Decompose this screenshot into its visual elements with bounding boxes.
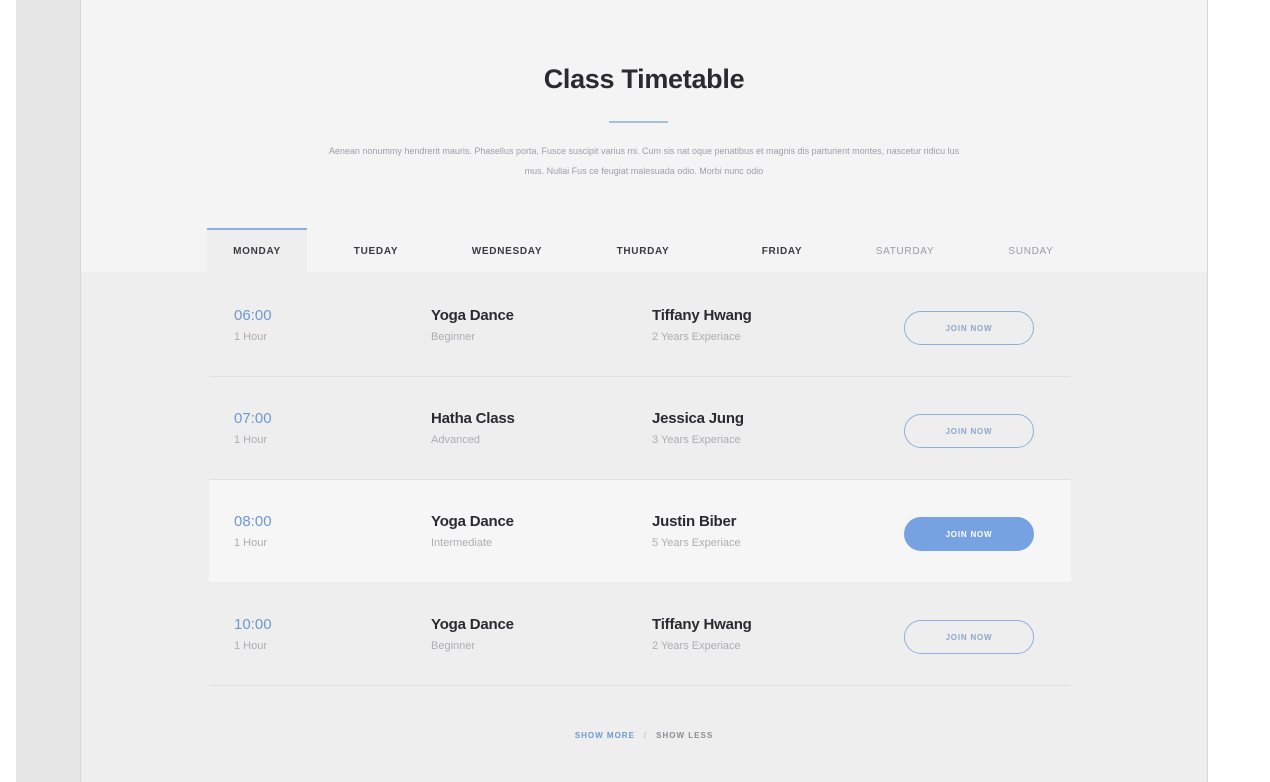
timetable-section: Class Timetable Aenean nonummy hendrerit… <box>80 0 1208 782</box>
trainer-experience: 2 Years Experiace <box>652 640 741 652</box>
join-now-button-active[interactable]: JOIN NOW <box>904 517 1034 551</box>
class-duration: 1 Hour <box>234 537 268 549</box>
trainer-experience: 2 Years Experiace <box>652 331 741 343</box>
tab-friday[interactable]: FRIDAY <box>717 228 847 272</box>
show-more-link[interactable]: SHOW MORE <box>575 731 635 740</box>
class-name: Yoga Dance <box>431 307 514 324</box>
time-cell: 10:00 1 Hour <box>234 616 272 652</box>
join-now-button[interactable]: JOIN NOW <box>904 620 1034 654</box>
title-divider <box>609 121 668 123</box>
page-title: Class Timetable <box>543 64 745 94</box>
class-cell: Yoga Dance Beginner <box>431 307 514 343</box>
class-level: Intermediate <box>431 537 493 549</box>
class-level: Beginner <box>431 331 476 343</box>
schedule-table: 06:00 1 Hour Yoga Dance Beginner Tiffany… <box>209 274 1071 686</box>
trainer-name: Tiffany Hwang <box>652 307 752 324</box>
intro-text: Aenean nonummy hendrerit mauris. Phasell… <box>328 146 960 176</box>
time-cell: 08:00 1 Hour <box>234 513 272 549</box>
class-name: Yoga Dance <box>431 616 514 633</box>
class-duration: 1 Hour <box>234 434 268 446</box>
class-level: Advanced <box>431 434 480 446</box>
class-cell: Yoga Dance Beginner <box>431 616 514 652</box>
trainer-experience: 3 Years Experiace <box>652 434 741 446</box>
tab-sunday[interactable]: SUNDAY <box>963 228 1099 272</box>
join-now-button[interactable]: JOIN NOW <box>904 414 1034 448</box>
class-cell: Yoga Dance Intermediate <box>431 513 514 549</box>
schedule-row: 10:00 1 Hour Yoga Dance Beginner Tiffany… <box>209 583 1071 686</box>
tab-thursday[interactable]: THURDAY <box>569 228 717 272</box>
trainer-experience: 5 Years Experiace <box>652 537 741 549</box>
join-now-button[interactable]: JOIN NOW <box>904 311 1034 345</box>
class-level: Beginner <box>431 640 476 652</box>
trainer-cell: Justin Biber 5 Years Experiace <box>652 513 741 549</box>
tab-monday[interactable]: MONDAY <box>207 228 307 274</box>
trainer-cell: Tiffany Hwang 2 Years Experiace <box>652 307 752 343</box>
class-duration: 1 Hour <box>234 331 268 343</box>
tab-tuesday[interactable]: TUEDAY <box>307 228 445 272</box>
class-time: 08:00 <box>234 513 272 530</box>
class-name: Yoga Dance <box>431 513 514 530</box>
trainer-name: Justin Biber <box>652 513 737 530</box>
time-cell: 07:00 1 Hour <box>234 410 272 446</box>
trainer-cell: Jessica Jung 3 Years Experiace <box>652 410 744 446</box>
class-duration: 1 Hour <box>234 640 268 652</box>
schedule-row-highlighted: 08:00 1 Hour Yoga Dance Intermediate Jus… <box>209 480 1071 583</box>
time-cell: 06:00 1 Hour <box>234 307 272 343</box>
day-tabs: MONDAY TUEDAY WEDNESDAY THURDAY FRIDAY S… <box>207 228 1053 274</box>
link-separator: / <box>643 731 648 740</box>
show-less-link[interactable]: SHOW LESS <box>656 731 713 740</box>
trainer-name: Tiffany Hwang <box>652 616 752 633</box>
trainer-name: Jessica Jung <box>652 410 744 427</box>
tab-saturday[interactable]: SATURDAY <box>847 228 963 272</box>
schedule-row: 06:00 1 Hour Yoga Dance Beginner Tiffany… <box>209 274 1071 377</box>
left-background-strip <box>16 0 80 782</box>
trainer-cell: Tiffany Hwang 2 Years Experiace <box>652 616 752 652</box>
class-time: 06:00 <box>234 307 272 324</box>
show-toggle: SHOW MORE / SHOW LESS <box>81 731 1207 740</box>
class-time: 07:00 <box>234 410 272 427</box>
tab-wednesday[interactable]: WEDNESDAY <box>445 228 569 272</box>
class-name: Hatha Class <box>431 410 515 427</box>
class-cell: Hatha Class Advanced <box>431 410 515 446</box>
schedule-row: 07:00 1 Hour Hatha Class Advanced Jessic… <box>209 377 1071 480</box>
class-time: 10:00 <box>234 616 272 633</box>
